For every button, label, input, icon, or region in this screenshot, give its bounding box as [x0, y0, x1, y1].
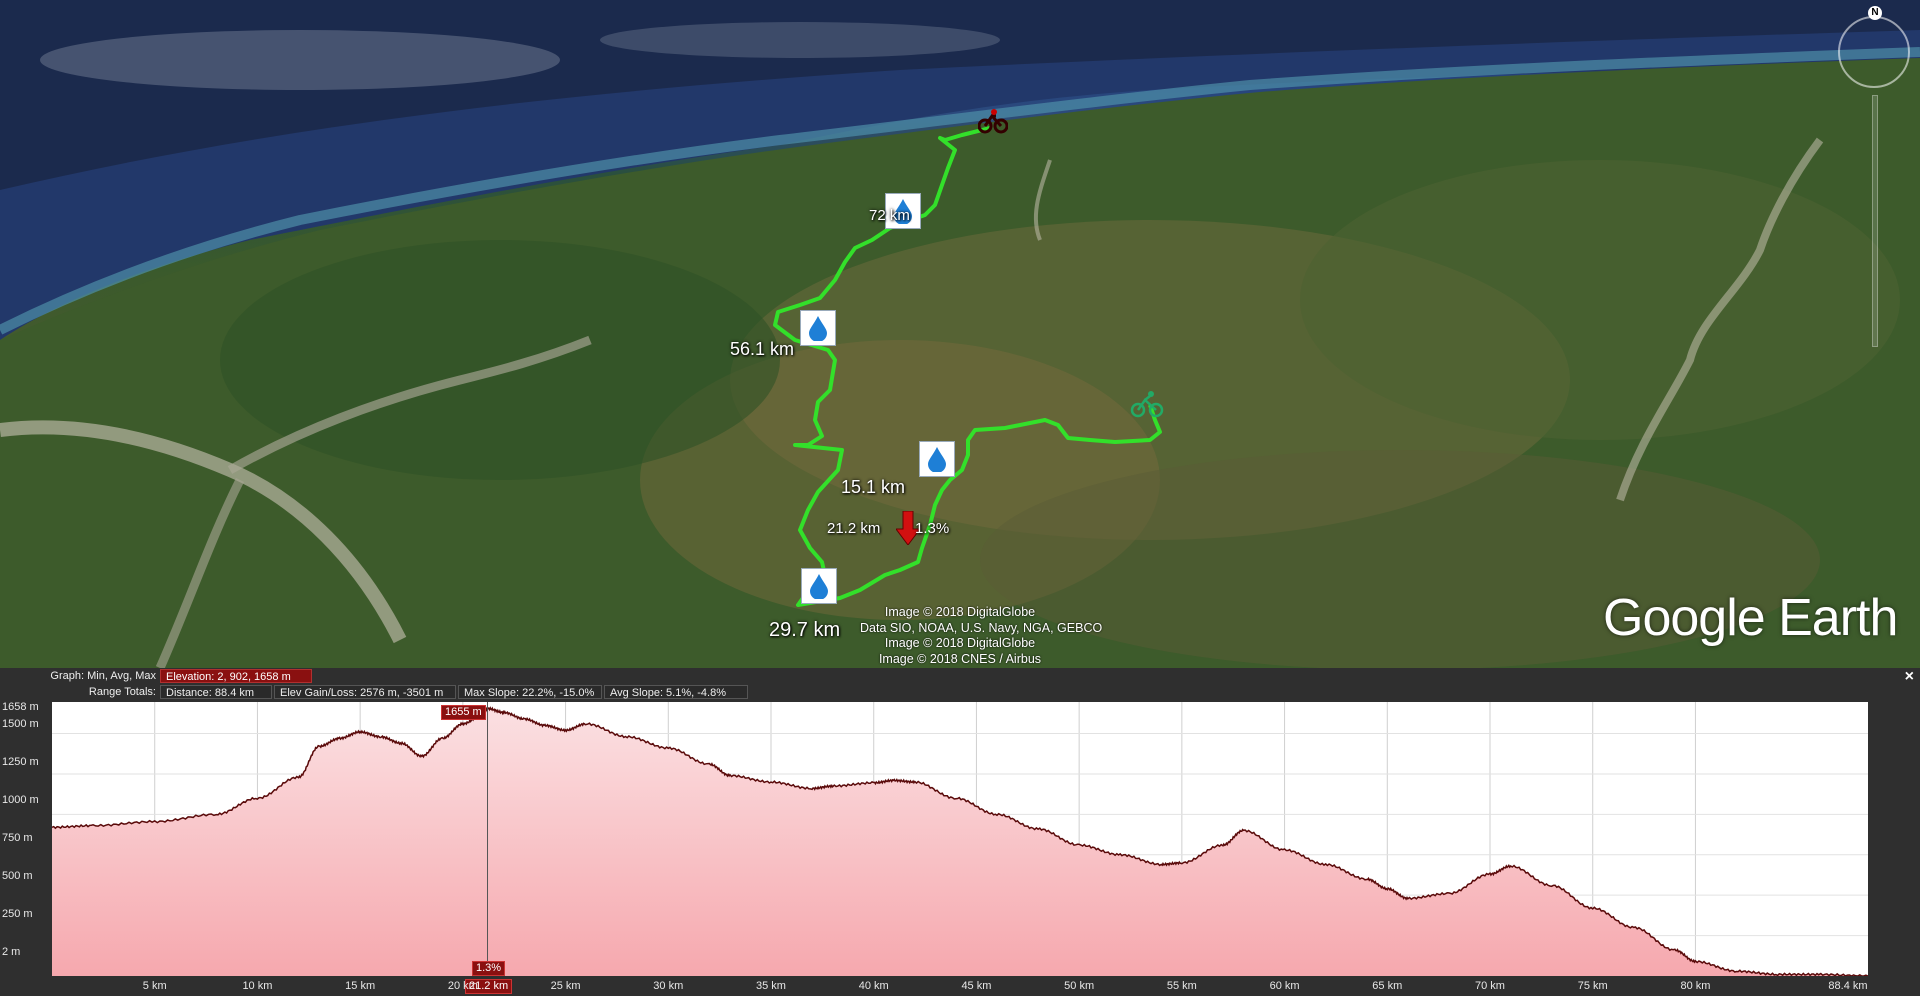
water-stop-icon[interactable] — [919, 441, 955, 477]
waypoint-label: 15.1 km — [841, 477, 906, 497]
x-tick-label: 60 km — [1269, 980, 1300, 992]
y-tick-label: 2 m — [2, 946, 21, 958]
globe-view[interactable]: 72 km 56.1 km 15.1 km 29.7 km 21.2 km 1.… — [0, 0, 1920, 668]
range-totals-label: Range Totals: — [88, 685, 156, 698]
x-tick-label: 80 km — [1680, 980, 1711, 992]
water-stop-icon[interactable] — [801, 568, 837, 604]
x-tick-label: 15 km — [345, 980, 376, 992]
imagery-credits: Image © 2018 DigitalGlobe Data SIO, NOAA… — [860, 605, 1103, 667]
compass-north-icon[interactable]: N — [1868, 6, 1882, 20]
credit-line: Data SIO, NOAA, U.S. Navy, NGA, GEBCO — [860, 620, 1103, 635]
waypoint-label: 56.1 km — [730, 339, 795, 359]
x-tick-label: 25 km — [550, 980, 581, 992]
avg-slope-value: Avg Slope: 5.1%, -4.8% — [604, 684, 748, 699]
graph-row: Graph: Min, Avg, Max Elevation: 2, 902, … — [0, 668, 314, 683]
x-tick-label: 35 km — [756, 980, 786, 992]
range-totals-row: Range Totals: Distance: 88.4 km Elev Gai… — [0, 684, 750, 699]
y-tick-label: 500 m — [2, 870, 33, 882]
zoom-slider[interactable] — [1872, 95, 1878, 347]
x-tick-label: 45 km — [961, 980, 992, 992]
bike-end-icon[interactable] — [978, 108, 1008, 134]
credit-line: Image © 2018 CNES / Airbus — [878, 651, 1042, 666]
x-tick-label: 70 km — [1475, 980, 1505, 992]
cursor-slope-label: 1.3% — [915, 520, 950, 537]
bike-start-icon[interactable] — [1130, 390, 1164, 418]
distance-value: Distance: 88.4 km — [160, 684, 272, 699]
waypoint-label: 29.7 km — [769, 619, 841, 641]
x-tick-label: 30 km — [653, 980, 684, 992]
y-tick-label: 1250 m — [2, 756, 39, 768]
y-tick-label: 1658 m — [2, 701, 39, 713]
elevation-graph[interactable] — [52, 702, 1868, 976]
x-tick-label: 10 km — [242, 980, 273, 992]
x-tick-label: 20 km — [447, 980, 478, 992]
route-track — [773, 126, 1162, 607]
max-slope-value: Max Slope: 22.2%, -15.0% — [458, 684, 602, 699]
y-tick-label: 750 m — [2, 832, 33, 844]
graph-mode-label[interactable]: Graph: Min, Avg, Max — [0, 670, 160, 682]
water-stop-icon[interactable] — [800, 310, 836, 346]
elev-gain-loss-value: Elev Gain/Loss: 2576 m, -3501 m — [274, 684, 456, 699]
y-tick-label: 250 m — [2, 908, 33, 920]
x-tick-label: 40 km — [858, 980, 889, 992]
elevation-readout: Elevation: 2, 902, 1658 m — [160, 668, 312, 683]
cursor-slope-tag: 1.3% — [472, 961, 506, 976]
credit-line: Image © 2018 DigitalGlobe — [884, 605, 1036, 619]
x-tick-label: 75 km — [1577, 980, 1608, 992]
cursor-elevation-tag: 1655 m — [441, 705, 486, 720]
x-tick-label: 88.4 km — [1828, 980, 1868, 992]
waypoint-label: 72 km — [869, 207, 910, 224]
compass-ring[interactable] — [1838, 16, 1910, 88]
cursor-distance-label: 21.2 km — [827, 520, 881, 537]
close-panel-button[interactable]: × — [1905, 668, 1914, 686]
x-tick-label: 65 km — [1372, 980, 1403, 992]
credit-line: Image © 2018 DigitalGlobe — [884, 636, 1036, 650]
x-tick-label: 50 km — [1064, 980, 1095, 992]
google-earth-logo: Google Earth — [1603, 589, 1898, 647]
x-tick-label: 5 km — [142, 980, 167, 992]
y-tick-label: 1500 m — [2, 718, 39, 730]
x-tick-label: 55 km — [1166, 980, 1197, 992]
y-tick-label: 1000 m — [2, 794, 39, 806]
